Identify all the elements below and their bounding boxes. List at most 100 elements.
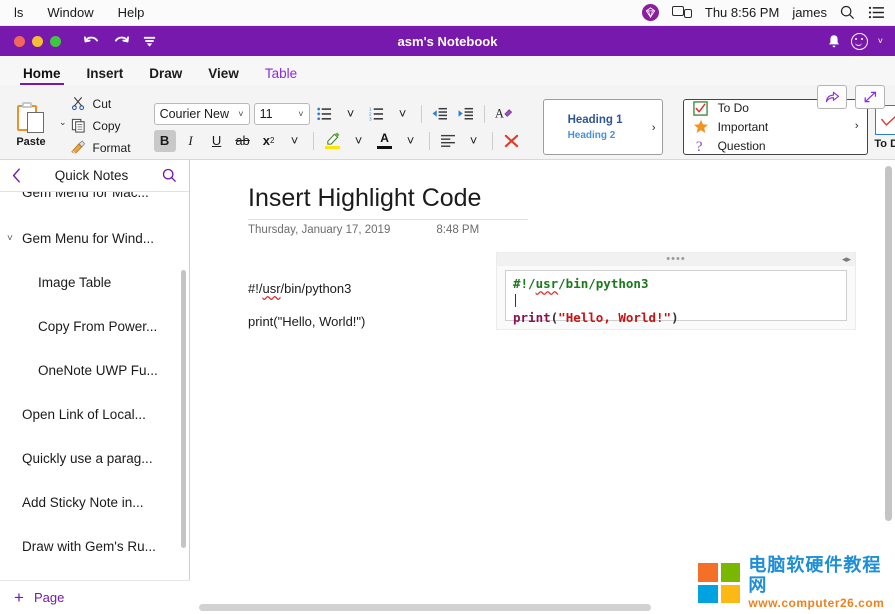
menu-item-apps[interactable]: ls — [2, 5, 35, 20]
remove-formatting-x-icon[interactable] — [500, 130, 523, 152]
sidebar-item-image-table[interactable]: Image Table — [0, 260, 189, 304]
canvas-vertical-scrollbar[interactable] — [885, 166, 892, 521]
underline-button[interactable]: U — [206, 130, 228, 152]
search-icon[interactable] — [162, 168, 177, 183]
numbered-list-chevron-icon[interactable]: ˅ — [392, 103, 414, 125]
style-heading-1[interactable]: Heading 1 — [568, 114, 662, 126]
watermark-text: 电脑软硬件教程网 www.computer26.com — [748, 556, 895, 610]
notifications-bell-icon[interactable] — [827, 34, 841, 49]
close-window-button[interactable] — [14, 36, 25, 47]
format-painter-button[interactable]: Format — [67, 138, 134, 157]
styles-more-chevron-icon[interactable]: › — [652, 122, 656, 134]
account-avatar-icon[interactable] — [851, 33, 868, 50]
align-left-icon[interactable] — [437, 130, 459, 152]
sidebar-page-list[interactable]: Gem Menu for Mac... ˅ Gem Menu for Wind.… — [0, 192, 189, 580]
ribbon-group-clipboard: Paste ⌄ Cut Copy — [0, 85, 140, 160]
maximize-window-button[interactable] — [50, 36, 61, 47]
tab-home[interactable]: Home — [10, 66, 74, 85]
font-size-select[interactable]: 11 ˅ — [254, 103, 310, 125]
customize-toolbar-icon[interactable] — [143, 35, 156, 48]
font-row-bottom: B I U ab x2 ˅ ˅ — [154, 130, 523, 152]
text-highlight-icon[interactable] — [321, 130, 344, 152]
numbered-list-icon[interactable]: 123 — [366, 103, 388, 125]
note-container-handle[interactable]: •••• ◂▸ — [497, 253, 855, 266]
resize-arrows-icon[interactable]: ◂▸ — [842, 254, 851, 265]
page-title[interactable]: Insert Highlight Code — [248, 184, 481, 213]
account-chevron-down-icon[interactable]: ˅ — [878, 36, 883, 46]
decrease-indent-icon[interactable] — [429, 103, 451, 125]
display-mirroring-icon[interactable] — [672, 5, 692, 20]
tab-draw[interactable]: Draw — [136, 66, 195, 85]
code-string: "Hello, World!" — [558, 310, 671, 325]
italic-button[interactable]: I — [180, 130, 202, 152]
bulleted-list-chevron-icon[interactable]: ˅ — [340, 103, 362, 125]
canvas-horizontal-scrollbar-track[interactable] — [191, 603, 881, 612]
font-row-top: Courier New ˅ 11 ˅ ˅ 123 ˅ — [154, 103, 523, 125]
search-icon[interactable] — [840, 5, 855, 20]
sidebar-item-draw-with-gem-ruler[interactable]: Draw with Gem's Ru... — [0, 524, 189, 568]
tab-table[interactable]: Table — [252, 66, 310, 85]
canvas-horizontal-scrollbar-thumb[interactable] — [199, 604, 651, 611]
undo-icon[interactable] — [83, 34, 100, 49]
tag-item-important[interactable]: Important — [693, 119, 867, 136]
gem-icon[interactable] — [642, 4, 659, 21]
add-page-button[interactable]: + Page — [0, 580, 190, 614]
highlighted-code-note-container[interactable]: •••• ◂▸ #!/usr/bin/python3 print("Hello,… — [496, 252, 856, 330]
sidebar-item-add-sticky-note[interactable]: Add Sticky Note in... — [0, 480, 189, 524]
sidebar-item-copy-from-power[interactable]: Copy From Power... — [0, 304, 189, 348]
menubar-clock[interactable]: Thu 8:56 PM — [705, 5, 779, 20]
sidebar-item-table-of-contents[interactable]: Table of Contents of... — [0, 568, 189, 580]
tab-view[interactable]: View — [195, 66, 252, 85]
sidebar-scrollbar[interactable] — [181, 270, 186, 548]
sidebar-item-gem-menu-mac[interactable]: Gem Menu for Mac... — [0, 192, 189, 216]
handle-dots-icon: •••• — [666, 254, 685, 265]
strikethrough-button[interactable]: ab — [232, 130, 254, 152]
menu-item-window[interactable]: Window — [35, 5, 105, 20]
tag-label-question: Question — [718, 139, 766, 153]
note-body-text[interactable]: #!/usr/bin/python3 print("Hello, World!"… — [248, 272, 365, 338]
chevron-left-icon[interactable] — [12, 168, 21, 183]
font-family-select[interactable]: Courier New ˅ — [154, 103, 250, 125]
macos-menu-items: ls Window Help — [0, 5, 156, 20]
font-row2-divider — [313, 132, 314, 150]
sidebar-item-onenote-uwp[interactable]: OneNote UWP Fu... — [0, 348, 189, 392]
styles-gallery[interactable]: Heading 1 Heading 2 › — [543, 99, 663, 155]
font-row2-divider-3 — [492, 132, 493, 150]
share-button[interactable] — [817, 85, 847, 109]
chevron-down-icon[interactable]: ˅ — [7, 233, 13, 244]
cut-button[interactable]: Cut — [67, 94, 134, 113]
sidebar-item-quickly-use-paragraph[interactable]: Quickly use a parag... — [0, 436, 189, 480]
paste-chevron-down-icon[interactable]: ⌄ — [59, 117, 67, 128]
highlight-chevron-icon[interactable]: ˅ — [348, 130, 370, 152]
bulleted-list-icon[interactable] — [314, 103, 336, 125]
sidebar-header: Quick Notes — [0, 160, 189, 192]
menubar-user[interactable]: james — [792, 5, 827, 20]
redo-icon[interactable] — [113, 34, 130, 49]
menu-item-help[interactable]: Help — [106, 5, 157, 20]
font-color-icon[interactable]: A — [374, 130, 396, 152]
add-page-label: Page — [34, 590, 64, 605]
minimize-window-button[interactable] — [32, 36, 43, 47]
increase-indent-icon[interactable] — [455, 103, 477, 125]
macos-menu-bar: ls Window Help Thu 8:56 PM james — [0, 0, 895, 26]
todo-tag-button[interactable]: To Do — [868, 105, 895, 150]
bold-button[interactable]: B — [154, 130, 176, 152]
tag-item-question[interactable]: ? Question — [693, 137, 867, 154]
code-block[interactable]: #!/usr/bin/python3 print("Hello, World!"… — [505, 270, 847, 321]
subscript-button[interactable]: x2 — [258, 130, 280, 152]
font-color-chevron-icon[interactable]: ˅ — [400, 130, 422, 152]
expand-fullscreen-button[interactable] — [855, 85, 885, 109]
sidebar-item-open-link-local[interactable]: Open Link of Local... — [0, 392, 189, 436]
tab-insert[interactable]: Insert — [74, 66, 137, 85]
note-canvas[interactable]: Insert Highlight Code Thursday, January … — [191, 160, 895, 614]
copy-button[interactable]: Copy — [67, 116, 134, 135]
sidebar-item-label: Copy From Power... — [38, 319, 157, 334]
clear-formatting-icon[interactable]: A — [492, 103, 516, 125]
subscript-chevron-icon[interactable]: ˅ — [284, 130, 306, 152]
align-chevron-icon[interactable]: ˅ — [463, 130, 485, 152]
control-center-icon[interactable] — [868, 6, 885, 19]
style-heading-2[interactable]: Heading 2 — [568, 130, 662, 141]
paste-button[interactable]: Paste — [6, 97, 56, 148]
sidebar-item-gem-menu-windows[interactable]: ˅ Gem Menu for Wind... — [0, 216, 189, 260]
tags-more-chevron-icon[interactable]: › — [855, 120, 859, 132]
